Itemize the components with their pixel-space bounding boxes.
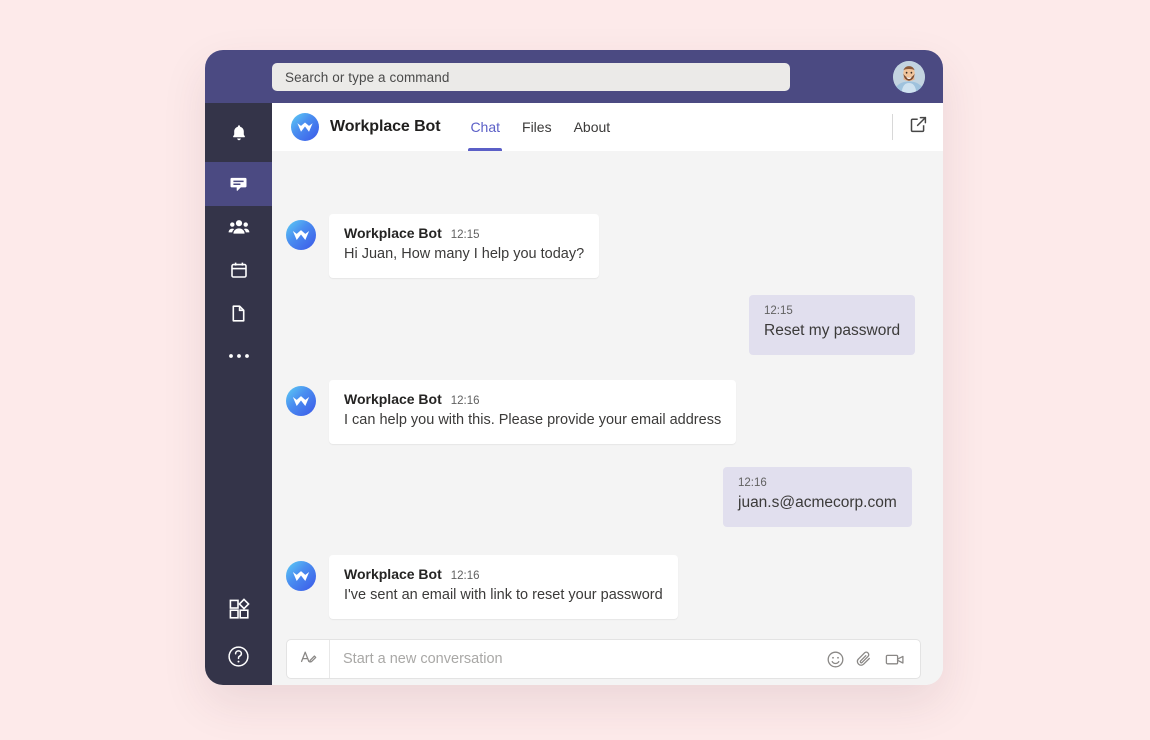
search-placeholder: Search or type a command xyxy=(285,69,450,85)
message-sender: Workplace Bot xyxy=(344,225,442,241)
message-meta: Workplace Bot 12:16 xyxy=(344,566,663,582)
page-title: Workplace Bot xyxy=(330,118,441,135)
app-window: Search or type a command Workplace Bot C… xyxy=(205,50,943,685)
files-icon xyxy=(229,303,248,324)
message-sender: Workplace Bot xyxy=(344,391,442,407)
message-time: 12:16 xyxy=(450,395,480,407)
top-bar: Search or type a command xyxy=(205,50,943,103)
bot-avatar-icon xyxy=(286,561,316,591)
bot-avatar-icon xyxy=(286,220,316,250)
calendar-icon xyxy=(229,260,249,280)
message-meta: Workplace Bot 12:16 xyxy=(344,391,721,407)
message-time: 12:15 xyxy=(450,229,480,241)
message-composer[interactable]: Start a new conversation xyxy=(286,639,921,679)
main-panel: Workplace Bot Chat Files About Workplace… xyxy=(272,103,943,685)
message-text: I can help you with this. Please provide… xyxy=(344,412,722,428)
header-actions xyxy=(892,103,929,151)
message-meta: Workplace Bot 12:15 xyxy=(344,225,584,241)
composer-actions xyxy=(826,650,920,669)
message-row: Workplace Bot 12:16 I can help you with … xyxy=(286,380,737,444)
message-row: Workplace Bot 12:15 Hi Juan, How many I … xyxy=(286,214,600,278)
sidebar-item-help[interactable] xyxy=(205,634,272,678)
help-icon xyxy=(226,644,251,669)
tab-files[interactable]: Files xyxy=(511,103,563,151)
sidebar-item-teams[interactable] xyxy=(205,205,272,249)
attachment-icon[interactable] xyxy=(855,650,874,669)
header-divider xyxy=(892,114,893,140)
chat-icon xyxy=(228,174,249,195)
message-text: Reset my password xyxy=(764,322,901,339)
message-bubble: 12:15 Reset my password xyxy=(749,295,916,355)
sidebar-item-activity[interactable] xyxy=(205,111,272,155)
tab-about[interactable]: About xyxy=(563,103,622,151)
conversation: Workplace Bot 12:15 Hi Juan, How many I … xyxy=(272,151,943,637)
sidebar-item-calendar[interactable] xyxy=(205,248,272,292)
more-icon xyxy=(228,353,250,359)
apps-icon xyxy=(227,597,251,621)
sidebar-item-more[interactable] xyxy=(205,334,272,378)
tab-bar: Chat Files About xyxy=(459,103,621,151)
bot-avatar-icon xyxy=(286,386,316,416)
message-time: 12:16 xyxy=(450,570,480,582)
message-bubble: Workplace Bot 12:16 I've sent an email w… xyxy=(329,555,678,619)
message-time: 12:15 xyxy=(764,305,793,317)
bell-icon xyxy=(229,123,249,143)
emoji-icon[interactable] xyxy=(826,650,845,669)
open-in-new-window-icon xyxy=(909,115,928,139)
format-text-button[interactable] xyxy=(287,640,330,678)
message-bubble: Workplace Bot 12:16 I can help you with … xyxy=(329,380,737,444)
message-row: 12:16 juan.s@acmecorp.com xyxy=(723,467,912,527)
message-text: juan.s@acmecorp.com xyxy=(738,494,897,511)
format-text-icon xyxy=(299,648,317,671)
left-rail xyxy=(205,103,272,685)
message-row: Workplace Bot 12:16 I've sent an email w… xyxy=(286,555,678,619)
video-icon[interactable] xyxy=(884,650,906,669)
open-in-new-window-button[interactable] xyxy=(907,116,929,138)
composer-input[interactable]: Start a new conversation xyxy=(330,651,826,667)
search-input[interactable]: Search or type a command xyxy=(272,63,790,91)
message-row: 12:15 Reset my password xyxy=(749,295,916,355)
sidebar-item-apps[interactable] xyxy=(205,587,272,631)
sidebar-item-files[interactable] xyxy=(205,291,272,335)
composer-area: Start a new conversation xyxy=(272,637,943,685)
message-time: 12:16 xyxy=(738,477,767,489)
message-text: Hi Juan, How many I help you today? xyxy=(344,246,585,262)
workplace-bot-logo xyxy=(291,113,319,141)
avatar[interactable] xyxy=(893,61,925,93)
message-sender: Workplace Bot xyxy=(344,566,442,582)
people-icon xyxy=(228,217,250,237)
message-bubble: 12:16 juan.s@acmecorp.com xyxy=(723,467,912,527)
channel-header: Workplace Bot Chat Files About xyxy=(272,103,943,152)
sidebar-item-chat[interactable] xyxy=(205,162,272,206)
tab-chat[interactable]: Chat xyxy=(459,103,511,151)
message-bubble: Workplace Bot 12:15 Hi Juan, How many I … xyxy=(329,214,600,278)
message-text: I've sent an email with link to reset yo… xyxy=(344,587,663,603)
